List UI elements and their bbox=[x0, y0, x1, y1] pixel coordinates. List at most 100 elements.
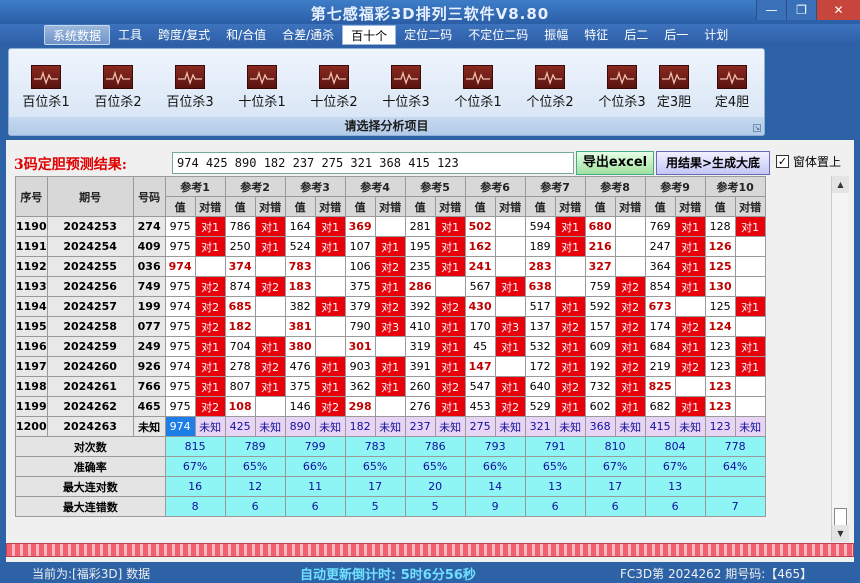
ref-hit[interactable]: 对2 bbox=[254, 356, 286, 377]
predicted-value[interactable]: 123 bbox=[704, 416, 736, 437]
ref-value[interactable]: 128 bbox=[704, 216, 736, 237]
ref-value[interactable]: 807 bbox=[224, 376, 256, 397]
ref-hit[interactable]: 对3 bbox=[494, 316, 526, 337]
ref-hit[interactable]: 对1 bbox=[194, 336, 226, 357]
ref-value[interactable]: 975 bbox=[164, 376, 196, 397]
ref-value[interactable]: 567 bbox=[464, 276, 496, 297]
ref-value[interactable]: 286 bbox=[404, 276, 436, 297]
ref-hit[interactable]: 对1 bbox=[554, 356, 586, 377]
predicted-status[interactable]: 未知 bbox=[674, 416, 706, 437]
predicted-value[interactable]: 237 bbox=[404, 416, 436, 437]
ref-hit[interactable] bbox=[194, 256, 226, 277]
ref-value[interactable]: 247 bbox=[644, 236, 676, 257]
ref-hit[interactable]: 对2 bbox=[194, 276, 226, 297]
ref-hit[interactable]: 对1 bbox=[494, 336, 526, 357]
menu-item-8[interactable]: 振幅 bbox=[536, 25, 576, 45]
ref-value[interactable]: 195 bbox=[404, 236, 436, 257]
ref-value[interactable]: 685 bbox=[224, 296, 256, 317]
ref-value[interactable]: 382 bbox=[284, 296, 316, 317]
ref-value[interactable]: 45 bbox=[464, 336, 496, 357]
ribbon-button-9[interactable]: 定3胆 bbox=[649, 59, 699, 110]
ref-hit[interactable]: 对1 bbox=[194, 376, 226, 397]
ref-value[interactable]: 392 bbox=[404, 296, 436, 317]
ref-hit[interactable]: 对2 bbox=[374, 256, 406, 277]
menu-item-12[interactable]: 计划 bbox=[696, 25, 736, 45]
ribbon-button-1[interactable]: 百位杀2 bbox=[85, 59, 151, 110]
ref-value[interactable]: 374 bbox=[224, 256, 256, 277]
ribbon-button-2[interactable]: 百位杀3 bbox=[157, 59, 223, 110]
predicted-status[interactable]: 未知 bbox=[254, 416, 286, 437]
scroll-down-icon[interactable]: ▼ bbox=[832, 525, 849, 542]
ref-hit[interactable]: 对2 bbox=[254, 276, 286, 297]
predicted-value[interactable]: 425 bbox=[224, 416, 256, 437]
predicted-status[interactable]: 未知 bbox=[194, 416, 226, 437]
ref-hit[interactable]: 对1 bbox=[434, 356, 466, 377]
ref-hit[interactable]: 对1 bbox=[494, 276, 526, 297]
predicted-status[interactable]: 未知 bbox=[314, 416, 346, 437]
predicted-status[interactable]: 未知 bbox=[494, 416, 526, 437]
ref-hit[interactable] bbox=[374, 336, 406, 357]
ref-hit[interactable] bbox=[674, 376, 706, 397]
ref-value[interactable]: 759 bbox=[584, 276, 616, 297]
ref-value[interactable]: 430 bbox=[464, 296, 496, 317]
ref-hit[interactable] bbox=[614, 256, 646, 277]
ref-value[interactable]: 147 bbox=[464, 356, 496, 377]
table-row[interactable]: 1193 2024256 749 975 对2 874 对2 183 375 对1 286 567 对1… bbox=[15, 276, 766, 297]
ref-hit[interactable] bbox=[254, 256, 286, 277]
ref-value[interactable]: 192 bbox=[584, 356, 616, 377]
ref-value[interactable]: 854 bbox=[644, 276, 676, 297]
table-row[interactable]: 1195 2024258 077 975 对2 182 381 790 对3 410 对1 170 对3… bbox=[15, 316, 766, 337]
ref-hit[interactable]: 对1 bbox=[434, 256, 466, 277]
ref-value[interactable]: 379 bbox=[344, 296, 376, 317]
ref-hit[interactable] bbox=[314, 256, 346, 277]
ref-value[interactable]: 524 bbox=[284, 236, 316, 257]
ribbon-button-3[interactable]: 十位杀1 bbox=[229, 59, 295, 110]
scroll-up-icon[interactable]: ▲ bbox=[832, 176, 849, 193]
ref-hit[interactable] bbox=[494, 296, 526, 317]
ref-value[interactable]: 108 bbox=[224, 396, 256, 417]
ref-hit[interactable]: 对1 bbox=[254, 336, 286, 357]
ref-hit[interactable] bbox=[314, 336, 346, 357]
ref-value[interactable]: 673 bbox=[644, 296, 676, 317]
ref-value[interactable]: 874 bbox=[224, 276, 256, 297]
ref-hit[interactable]: 对1 bbox=[614, 376, 646, 397]
ref-value[interactable]: 640 bbox=[524, 376, 556, 397]
ref-hit[interactable]: 对1 bbox=[314, 296, 346, 317]
menu-item-1[interactable]: 工具 bbox=[110, 25, 150, 45]
ribbon-expand-icon[interactable]: ↘ bbox=[753, 124, 761, 132]
topmost-checkbox[interactable]: ✓ bbox=[776, 155, 789, 168]
ref-value[interactable]: 123 bbox=[704, 376, 736, 397]
ref-value[interactable]: 453 bbox=[464, 396, 496, 417]
predicted-value[interactable]: 890 bbox=[284, 416, 316, 437]
ref-value[interactable]: 364 bbox=[644, 256, 676, 277]
ribbon-button-4[interactable]: 十位杀2 bbox=[301, 59, 367, 110]
ref-value[interactable]: 375 bbox=[284, 376, 316, 397]
predicted-status[interactable]: 未知 bbox=[614, 416, 646, 437]
ref-hit[interactable] bbox=[674, 296, 706, 317]
ref-value[interactable]: 235 bbox=[404, 256, 436, 277]
ref-value[interactable]: 517 bbox=[524, 296, 556, 317]
ref-hit[interactable] bbox=[734, 396, 766, 417]
menu-item-10[interactable]: 后二 bbox=[616, 25, 656, 45]
ref-hit[interactable] bbox=[734, 376, 766, 397]
ref-value[interactable]: 107 bbox=[344, 236, 376, 257]
ref-value[interactable]: 609 bbox=[584, 336, 616, 357]
ref-hit[interactable]: 对1 bbox=[314, 356, 346, 377]
ref-value[interactable]: 684 bbox=[644, 336, 676, 357]
ribbon-button-8[interactable]: 个位杀3 bbox=[589, 59, 655, 110]
predicted-value[interactable]: 415 bbox=[644, 416, 676, 437]
ribbon-button-6[interactable]: 个位杀1 bbox=[445, 59, 511, 110]
ref-hit[interactable]: 对1 bbox=[734, 336, 766, 357]
ref-value[interactable]: 281 bbox=[404, 216, 436, 237]
ref-hit[interactable] bbox=[494, 216, 526, 237]
table-row[interactable]: 1190 2024253 274 975 对1 786 对1 164 对1 369 281 对1 502… bbox=[15, 216, 766, 237]
ref-hit[interactable]: 对2 bbox=[554, 376, 586, 397]
ref-hit[interactable]: 对1 bbox=[374, 356, 406, 377]
vertical-scrollbar[interactable]: ▲ ▼ bbox=[831, 176, 849, 542]
menu-item-7[interactable]: 不定位二码 bbox=[460, 25, 536, 45]
ribbon-button-10[interactable]: 定4胆 bbox=[707, 59, 757, 110]
ref-hit[interactable]: 对2 bbox=[374, 296, 406, 317]
predicted-status[interactable]: 未知 bbox=[374, 416, 406, 437]
ref-value[interactable]: 278 bbox=[224, 356, 256, 377]
predicted-value[interactable]: 275 bbox=[464, 416, 496, 437]
